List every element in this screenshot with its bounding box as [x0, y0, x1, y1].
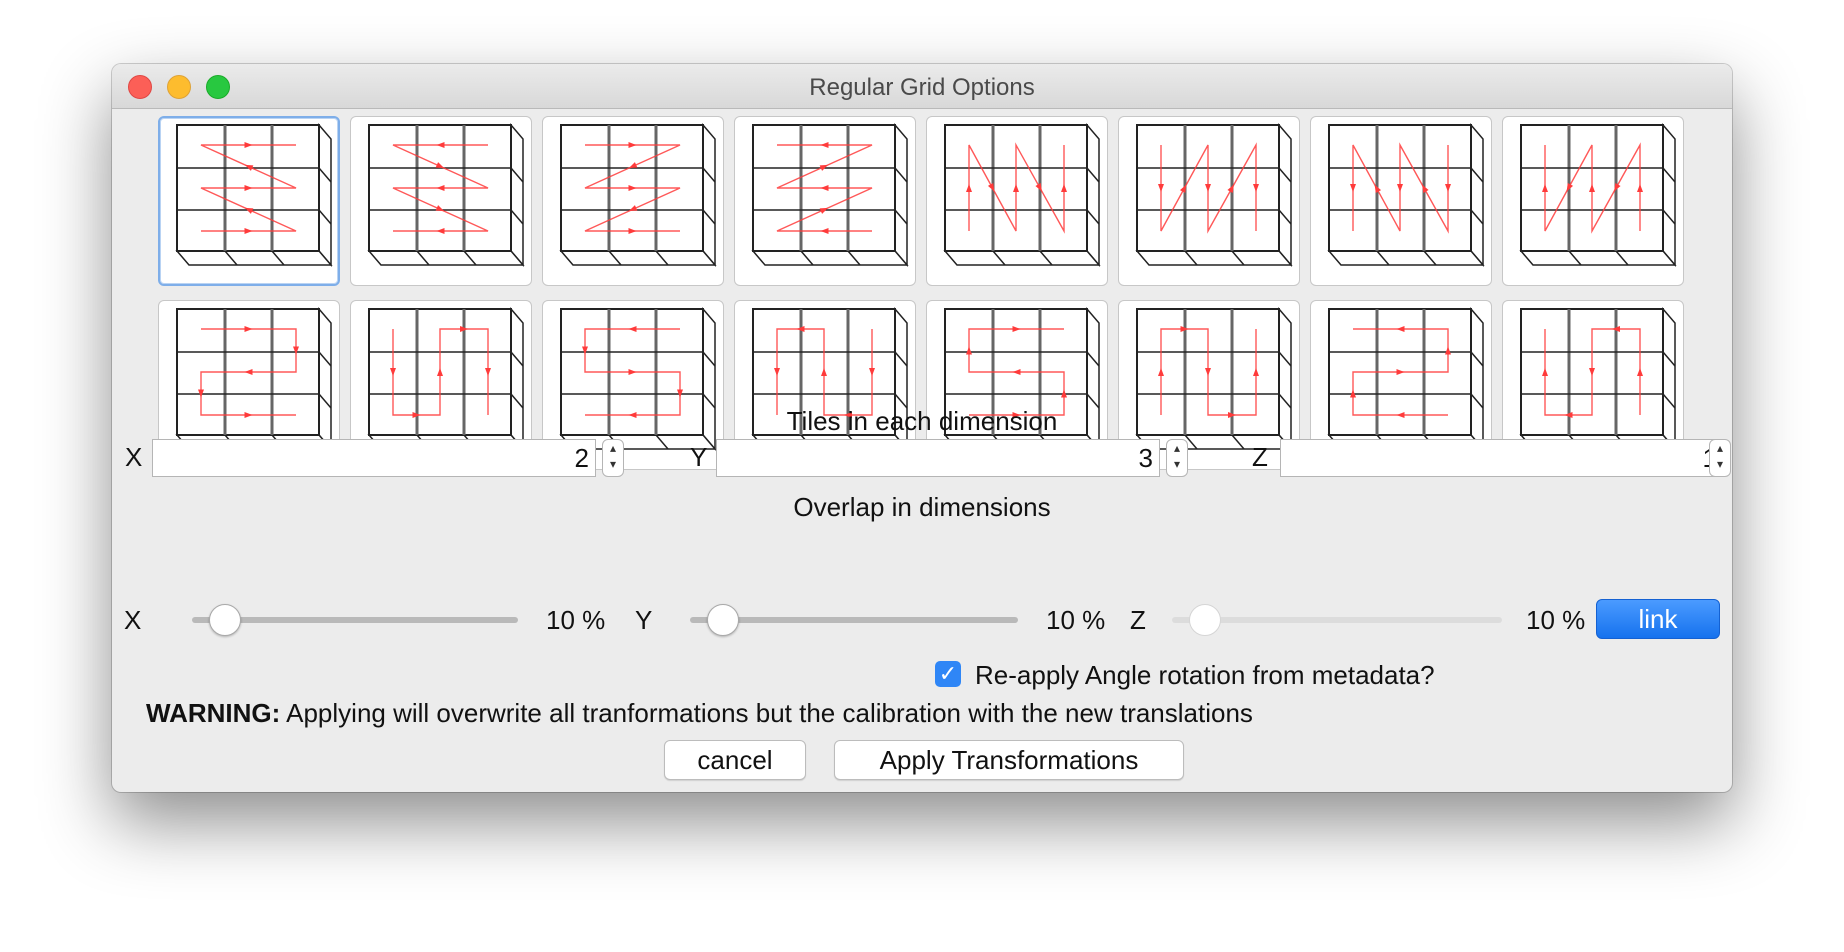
grid-pattern-icon [1135, 122, 1293, 268]
stepper-down-icon[interactable]: ▾ [603, 456, 623, 472]
grid-pattern-8-button[interactable] [1502, 116, 1684, 286]
grid-pattern-4-button[interactable] [734, 116, 916, 286]
apply-transformations-button[interactable]: Apply Transformations [834, 740, 1184, 780]
checkmark-icon: ✓ [938, 661, 958, 686]
warning-prefix: WARNING: [146, 698, 281, 728]
stepper-up-icon[interactable]: ▴ [1710, 440, 1730, 456]
tiles-x-stepper[interactable]: ▴ ▾ [602, 439, 624, 477]
overlap-x-slider[interactable] [192, 617, 518, 623]
overlap-y-slider-thumb[interactable] [706, 604, 739, 636]
tiles-y-field[interactable] [716, 439, 1160, 477]
title-bar: Regular Grid Options [112, 64, 1732, 109]
stepper-down-icon[interactable]: ▾ [1167, 456, 1187, 472]
overlap-y-slider[interactable] [690, 617, 1018, 623]
tiles-y-stepper[interactable]: ▴ ▾ [1166, 439, 1188, 477]
tiles-x-field[interactable] [152, 439, 596, 477]
grid-pattern-icon [175, 122, 333, 268]
grid-pattern-icon [751, 122, 909, 268]
tiles-z-field[interactable] [1280, 439, 1724, 477]
stepper-up-icon[interactable]: ▴ [603, 440, 623, 456]
grid-pattern-icon [943, 122, 1101, 268]
reapply-rotation-checkbox[interactable]: ✓ [935, 661, 961, 687]
overlap-y-value: 10 % [1046, 605, 1106, 635]
grid-pattern-icon [559, 122, 717, 268]
overlap-y-label: Y [635, 605, 653, 635]
grid-pattern-5-button[interactable] [926, 116, 1108, 286]
overlap-z-value: 10 % [1526, 605, 1586, 635]
grid-pattern-2-button[interactable] [350, 116, 532, 286]
grid-pattern-3-button[interactable] [542, 116, 724, 286]
tiles-x-label: X [125, 442, 143, 472]
overlap-z-slider-thumb [1189, 604, 1221, 636]
cancel-button[interactable]: cancel [664, 740, 806, 780]
grid-pattern-icon [1519, 122, 1677, 268]
stepper-up-icon[interactable]: ▴ [1167, 440, 1187, 456]
grid-pattern-7-button[interactable] [1310, 116, 1492, 286]
reapply-rotation-label: Re-apply Angle rotation from metadata? [975, 660, 1435, 690]
regular-grid-options-dialog: Regular Grid Options Tiles in each dimen… [112, 64, 1732, 792]
overlap-heading: Overlap in dimensions [793, 492, 1051, 522]
overlap-x-slider-thumb[interactable] [208, 604, 241, 636]
tiles-heading: Tiles in each dimension [786, 406, 1058, 436]
grid-pattern-6-button[interactable] [1118, 116, 1300, 286]
tiles-z-stepper[interactable]: ▴ ▾ [1709, 439, 1731, 477]
warning-message: WARNING: Applying will overwrite all tra… [146, 698, 1253, 729]
grid-pattern-icon [1327, 122, 1485, 268]
warning-text: Applying will overwrite all tranformatio… [286, 698, 1253, 728]
overlap-z-label: Z [1130, 605, 1146, 635]
window-title: Regular Grid Options [809, 74, 1035, 101]
overlap-z-slider [1172, 617, 1502, 623]
tiles-z-label: Z [1252, 442, 1268, 472]
overlap-x-label: X [124, 605, 142, 635]
overlap-x-value: 10 % [546, 605, 606, 635]
grid-pattern-1-button[interactable] [158, 116, 340, 286]
stepper-down-icon[interactable]: ▾ [1710, 456, 1730, 472]
tiles-y-label: Y [690, 442, 708, 472]
grid-pattern-icon [367, 122, 525, 268]
link-button[interactable]: link [1596, 599, 1720, 639]
